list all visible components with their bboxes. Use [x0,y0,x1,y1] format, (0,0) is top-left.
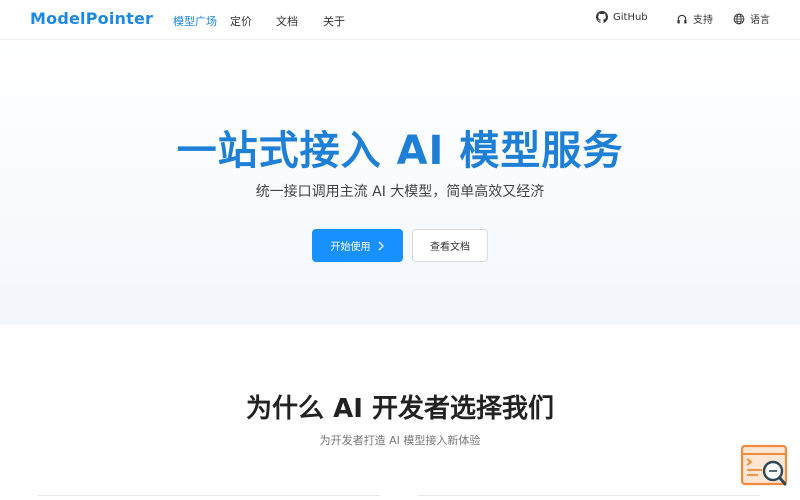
view-docs-label: 查看文档 [430,242,470,253]
language-label: 语言 [750,15,770,26]
floating-search-widget[interactable] [740,444,792,490]
nav-item-models[interactable]: 模型广场 [173,13,217,29]
nav-item-pricing[interactable]: 定价 [230,13,252,29]
github-label: GitHub [613,11,648,23]
view-docs-button[interactable]: 查看文档 [412,229,488,262]
hero-subtitle: 统一接口调用主流 AI 大模型，简单高效又经济 [255,184,545,200]
get-started-button[interactable]: 开始使用 [312,229,403,262]
feature-card-left [38,495,380,500]
support-label: 支持 [693,15,713,26]
nav-item-about[interactable]: 关于 [323,13,345,29]
github-icon [596,11,608,23]
top-header: ModelPointer 模型广场 定价 文档 关于 GitHub 支持 语言 [0,0,800,40]
code-search-icon [740,444,788,486]
support-link[interactable]: 支持 [676,11,713,26]
section-title: 为什么 AI 开发者选择我们 [246,394,554,424]
globe-icon [733,13,745,24]
feature-card-right [418,495,760,500]
chevron-right-icon [378,241,384,250]
headset-icon [677,14,687,23]
get-started-label: 开始使用 [330,242,371,253]
github-link[interactable]: GitHub [596,11,648,23]
hero-title: 一站式接入 AI 模型服务 [176,128,624,174]
language-switch[interactable]: 语言 [733,11,770,26]
section-subtitle: 为开发者打造 AI 模型接入新体验 [319,434,481,447]
logo[interactable]: ModelPointer [30,9,153,28]
nav-item-docs[interactable]: 文档 [276,13,298,29]
hero-section: 一站式接入 AI 模型服务 统一接口调用主流 AI 大模型，简单高效又经济 开始… [0,40,800,325]
